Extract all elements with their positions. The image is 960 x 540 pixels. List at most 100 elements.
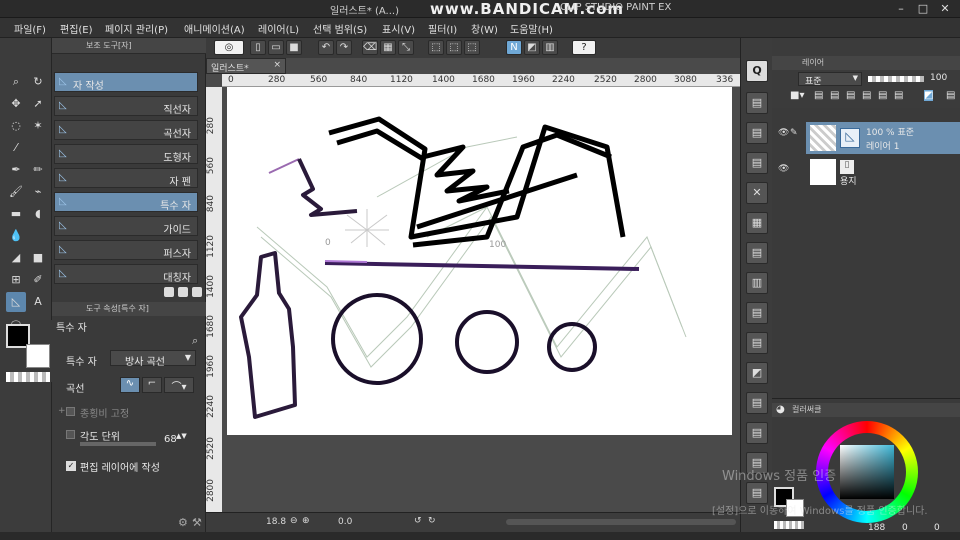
undo-icon[interactable]: ↶: [318, 40, 334, 55]
correction-icon[interactable]: ✐: [28, 270, 48, 290]
mask-icon[interactable]: ▤: [878, 90, 887, 101]
ruler-icon[interactable]: ◺: [6, 292, 26, 312]
menu-animation[interactable]: 애니메이션(A): [184, 21, 245, 36]
saturation-value-square[interactable]: [840, 445, 894, 499]
menu-help[interactable]: 도움말(H): [510, 21, 553, 36]
magic-wand-icon[interactable]: ✶: [28, 116, 48, 136]
snap-special-ruler-icon[interactable]: ◩: [524, 40, 540, 55]
blend-mode-dropdown[interactable]: 표준 ▼: [798, 72, 862, 87]
layer-command-icon[interactable]: ▤: [746, 92, 768, 114]
snap-ruler-icon[interactable]: N: [506, 40, 522, 55]
text-icon[interactable]: A: [28, 292, 48, 312]
new-file-icon[interactable]: ▯: [250, 40, 266, 55]
rotate-right-icon[interactable]: ↻: [428, 516, 436, 526]
curve-polyline-icon[interactable]: ⌐: [142, 377, 162, 393]
layer-row-paper[interactable]: ▯ 용지: [806, 156, 960, 188]
subtool-item-create-ruler[interactable]: ◺ 자 작성: [54, 72, 198, 92]
draft-icon[interactable]: ▤: [862, 90, 871, 101]
menu-selection[interactable]: 선택 범위(S): [313, 21, 367, 36]
opacity-slider[interactable]: [868, 76, 924, 82]
menu-page[interactable]: 페이지 관리(P): [105, 21, 168, 36]
subtool-item-figure-ruler[interactable]: ◺ 도형자: [54, 144, 198, 164]
select-all-icon[interactable]: ⬚: [446, 40, 462, 55]
open-icon[interactable]: ▭: [268, 40, 284, 55]
minimize-button[interactable]: –: [890, 1, 912, 16]
frame-icon[interactable]: ⊞: [6, 270, 26, 290]
clip-icon[interactable]: ▤: [830, 90, 839, 101]
move-layer-icon[interactable]: ✥: [6, 94, 26, 114]
pen-layer-icon[interactable]: ✎: [790, 128, 800, 138]
zoom-value[interactable]: 18.8: [266, 517, 286, 527]
subtool-item-symmetry-ruler[interactable]: ◺ 대칭자: [54, 264, 198, 284]
menu-layer[interactable]: 레이어(L): [258, 21, 299, 36]
help-icon[interactable]: ?: [572, 40, 596, 55]
subtool-item-perspective-ruler[interactable]: ◺ 퍼스자: [54, 240, 198, 260]
menu-view[interactable]: 표시(V): [382, 21, 415, 36]
layer-command-icon[interactable]: ▤: [746, 482, 768, 504]
document-canvas[interactable]: 0 100: [227, 87, 732, 435]
opacity-value[interactable]: 100: [930, 73, 947, 83]
layer-menu-icon[interactable]: ▤: [946, 90, 955, 101]
eye-icon[interactable]: 👁: [778, 164, 789, 174]
angle-step-value[interactable]: 68: [164, 434, 177, 445]
layer-command-icon[interactable]: ✕: [746, 182, 768, 204]
clear-icon[interactable]: ⌫: [362, 40, 378, 55]
horizontal-scrollbar[interactable]: [506, 519, 736, 525]
brush-icon[interactable]: 🖌: [6, 182, 26, 202]
eye-icon[interactable]: 👁: [778, 128, 789, 138]
layer-color-icon[interactable]: ■▾: [790, 90, 804, 101]
pencil-icon[interactable]: ✏: [28, 160, 48, 180]
close-icon[interactable]: ×: [273, 60, 281, 70]
subtool-lock-icon[interactable]: [164, 287, 174, 297]
subtool-add-icon[interactable]: [178, 287, 188, 297]
fix-ratio-checkbox[interactable]: [66, 407, 75, 416]
angle-step-slider[interactable]: [80, 442, 156, 446]
settings-gear-icon[interactable]: ⚙: [178, 516, 188, 529]
lock-icon[interactable]: ▤: [814, 90, 823, 101]
subtool-item-curve-ruler[interactable]: ◺ 곡선자: [54, 120, 198, 140]
expand-icon[interactable]: +: [58, 406, 66, 416]
reference-icon[interactable]: ▤: [846, 90, 855, 101]
transparent-color-swatch[interactable]: [6, 372, 50, 382]
blend-icon[interactable]: ◖: [28, 204, 48, 224]
save-icon[interactable]: ■: [286, 40, 302, 55]
eyedropper-icon[interactable]: ⁄: [6, 138, 26, 158]
layer-command-icon[interactable]: ▤: [746, 152, 768, 174]
wrench-icon[interactable]: ⚒: [192, 516, 202, 529]
gradient-icon[interactable]: ◢: [6, 248, 26, 268]
rotate-icon[interactable]: ↻: [28, 72, 48, 92]
clip-studio-icon[interactable]: ◎: [214, 40, 244, 55]
layer-command-icon[interactable]: ▥: [746, 272, 768, 294]
angle-value[interactable]: 0.0: [338, 517, 352, 527]
eraser-icon[interactable]: ▬: [6, 204, 26, 224]
transform-icon[interactable]: ⤡: [398, 40, 414, 55]
rotate-left-icon[interactable]: ↺: [414, 516, 422, 526]
layer-row-1[interactable]: ◺ 100 % 표준 레이어 1: [806, 122, 960, 154]
curve-spline-icon[interactable]: ∿: [120, 377, 140, 393]
palette-icon[interactable]: ▤: [894, 90, 903, 101]
menu-edit[interactable]: 편집(E): [60, 21, 93, 36]
redo-icon[interactable]: ↷: [336, 40, 352, 55]
ruler-link-icon[interactable]: ◩: [924, 90, 934, 101]
spin-arrows-icon[interactable]: ▲▼: [176, 432, 187, 440]
layer-command-icon[interactable]: ▤: [746, 392, 768, 414]
maximize-button[interactable]: □: [912, 1, 934, 16]
menu-file[interactable]: 파일(F): [14, 21, 46, 36]
operation-icon[interactable]: ➚: [28, 94, 48, 114]
layer-command-icon[interactable]: ▤: [746, 122, 768, 144]
zoom-in-icon[interactable]: ⊕: [302, 516, 310, 526]
deselect-icon[interactable]: ⬚: [428, 40, 444, 55]
pen-icon[interactable]: ✒: [6, 160, 26, 180]
close-button[interactable]: ✕: [934, 1, 956, 16]
lasso-icon[interactable]: ◌: [6, 116, 26, 136]
layer-command-icon[interactable]: ◩: [746, 362, 768, 384]
fill-icon[interactable]: ▦: [380, 40, 396, 55]
invert-selection-icon[interactable]: ⬚: [464, 40, 480, 55]
special-ruler-dropdown[interactable]: 방사 곡선 ▼: [110, 350, 196, 368]
subtool-item-ruler-pen[interactable]: ◺ 자 펜: [54, 168, 198, 188]
layer-command-icon[interactable]: ▦: [746, 212, 768, 234]
layer-command-icon[interactable]: ▤: [746, 422, 768, 444]
zoom-out-icon[interactable]: ⊖: [290, 516, 298, 526]
layer-command-icon[interactable]: ▤: [746, 302, 768, 324]
clip-studio-q-icon[interactable]: Q: [746, 60, 768, 82]
